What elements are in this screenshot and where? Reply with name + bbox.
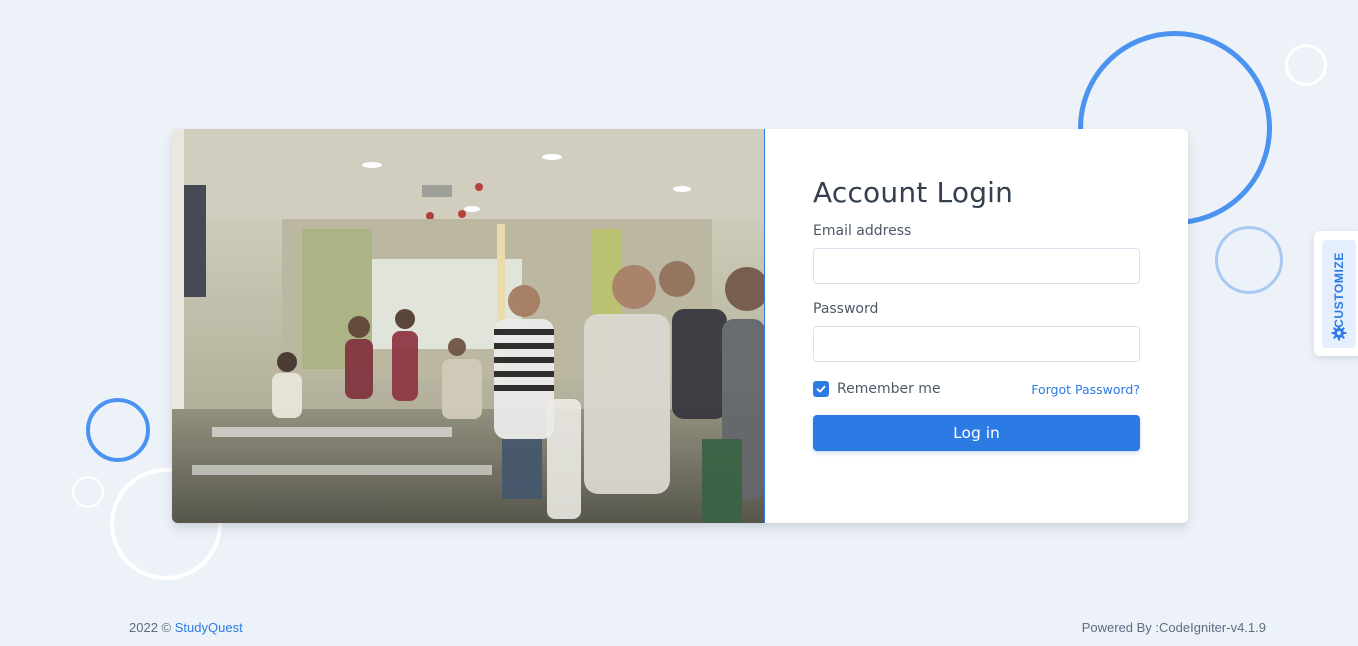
customize-tab[interactable]: CUSTOMIZE bbox=[1314, 231, 1358, 356]
login-form: Account Login Email address Password Rem… bbox=[765, 129, 1188, 523]
email-label: Email address bbox=[813, 223, 912, 239]
decorative-circle bbox=[72, 476, 104, 508]
password-label: Password bbox=[813, 301, 879, 317]
customize-button[interactable]: CUSTOMIZE bbox=[1322, 240, 1356, 348]
page-title: Account Login bbox=[813, 176, 1014, 209]
campus-photo bbox=[172, 129, 765, 523]
customize-label: CUSTOMIZE bbox=[1332, 252, 1346, 328]
login-button[interactable]: Log in bbox=[813, 415, 1140, 451]
footer-brand-link[interactable]: StudyQuest bbox=[175, 620, 243, 635]
footer-copyright: 2022 © StudyQuest bbox=[129, 620, 243, 635]
decorative-circle bbox=[86, 398, 150, 462]
check-icon bbox=[816, 385, 826, 393]
password-field[interactable] bbox=[813, 326, 1140, 362]
remember-me[interactable]: Remember me bbox=[813, 381, 941, 397]
remember-label: Remember me bbox=[837, 381, 941, 397]
login-card: Account Login Email address Password Rem… bbox=[172, 129, 1188, 523]
decorative-circle bbox=[1215, 226, 1283, 294]
email-field[interactable] bbox=[813, 248, 1140, 284]
campus-photo-image bbox=[172, 129, 764, 523]
footer-year: 2022 © bbox=[129, 620, 172, 635]
remember-row: Remember me Forgot Password? bbox=[813, 381, 1140, 397]
decorative-circle bbox=[1285, 44, 1327, 86]
gear-icon bbox=[1331, 325, 1347, 341]
login-page: Account Login Email address Password Rem… bbox=[0, 0, 1358, 646]
footer-powered: Powered By :CodeIgniter-v4.1.9 bbox=[1081, 620, 1266, 635]
remember-checkbox[interactable] bbox=[813, 381, 829, 397]
forgot-password-link[interactable]: Forgot Password? bbox=[1031, 382, 1140, 397]
